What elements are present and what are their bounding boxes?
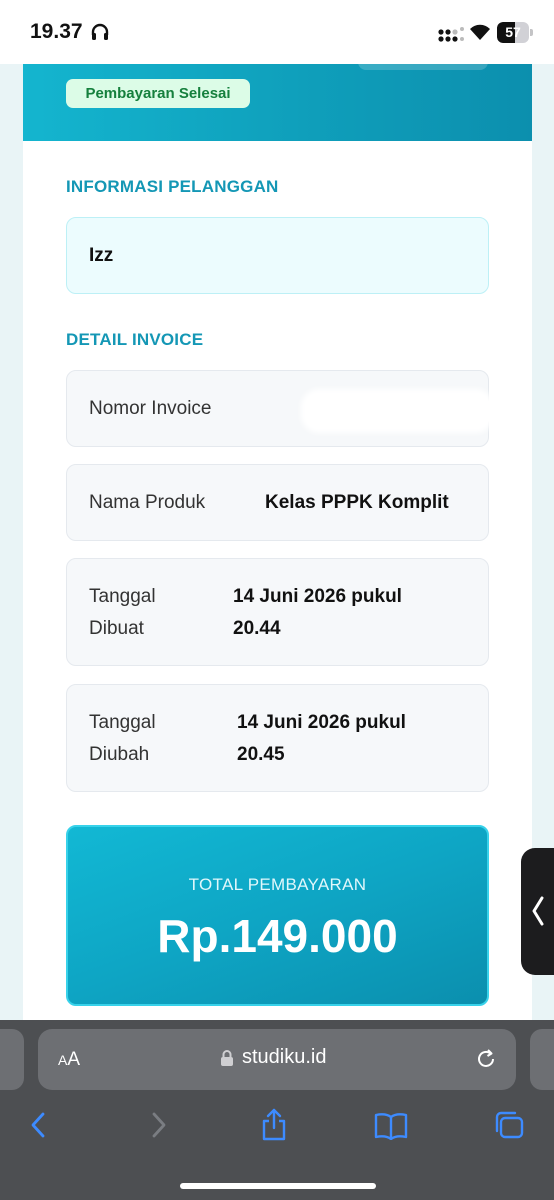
chevron-left-icon	[532, 896, 544, 926]
url-text[interactable]: studiku.id	[242, 1046, 327, 1069]
battery-level: 57	[505, 24, 521, 40]
customer-info-box: Izz	[66, 217, 489, 294]
next-tab-peek[interactable]	[530, 1029, 554, 1090]
updated-date-value: 14 Juni 2026 pukul	[237, 712, 406, 733]
bookmarks-icon[interactable]	[374, 1112, 408, 1140]
share-icon[interactable]	[259, 1107, 289, 1141]
side-panel-handle[interactable]	[521, 848, 554, 975]
total-payment-amount: Rp.149.000	[157, 910, 398, 962]
detail-label: Tanggal	[89, 586, 156, 607]
header-button-ghost	[358, 64, 488, 70]
headphone-icon	[91, 23, 109, 40]
invoice-card: Pembayaran Selesai INFORMASI PELANGGAN I…	[23, 64, 532, 1024]
detail-label: Dibuat	[89, 618, 144, 639]
total-payment-label: TOTAL PEMBAYARAN	[188, 875, 367, 894]
previous-tab-peek[interactable]	[0, 1029, 24, 1090]
created-date-value: 14 Juni 2026 pukul	[233, 586, 402, 607]
aa-small: A	[58, 1052, 68, 1068]
customer-name: Izz	[89, 245, 114, 266]
invoice-header: Pembayaran Selesai	[23, 64, 532, 141]
detail-row-invoice-number: Nomor Invoice	[66, 370, 490, 447]
status-bar: 19.37 57	[0, 0, 554, 64]
reload-icon[interactable]	[475, 1048, 497, 1070]
battery-icon: 57	[497, 22, 529, 43]
forward-icon[interactable]	[143, 1110, 173, 1140]
total-payment-box: TOTAL PEMBAYARAN Rp.149.000	[66, 825, 489, 1006]
product-name-value: Kelas PPPK Komplit	[265, 492, 449, 513]
tabs-icon[interactable]	[493, 1110, 525, 1140]
back-icon[interactable]	[24, 1110, 54, 1140]
status-badge: Pembayaran Selesai	[66, 79, 250, 108]
signal-icon	[438, 27, 464, 42]
home-indicator	[180, 1183, 376, 1189]
detail-label: Nama Produk	[89, 492, 206, 513]
detail-label: Diubah	[89, 744, 150, 765]
reader-options-button[interactable]: AA	[58, 1049, 80, 1071]
status-time: 19.37	[30, 20, 83, 43]
updated-time-value: 20.45	[237, 744, 285, 765]
detail-row-updated-date: Tanggal Diubah 14 Juni 2026 pukul 20.45	[66, 684, 489, 792]
detail-row-created-date: Tanggal Dibuat 14 Juni 2026 pukul 20.44	[66, 558, 489, 666]
detail-row-product-name: Nama Produk Kelas PPPK Komplit	[66, 464, 489, 541]
battery-nub	[530, 29, 533, 36]
wifi-icon	[470, 24, 490, 40]
detail-label: Tanggal	[89, 712, 156, 733]
created-time-value: 20.44	[233, 618, 281, 639]
lock-icon	[221, 1050, 233, 1066]
aa-large: A	[67, 1049, 81, 1070]
customer-info-title: INFORMASI PELANGGAN	[66, 177, 279, 196]
address-bar[interactable]: AA studiku.id	[38, 1029, 516, 1090]
redacted-overlay	[305, 393, 490, 429]
detail-label: Nomor Invoice	[89, 398, 212, 419]
invoice-detail-title: DETAIL INVOICE	[66, 330, 204, 349]
